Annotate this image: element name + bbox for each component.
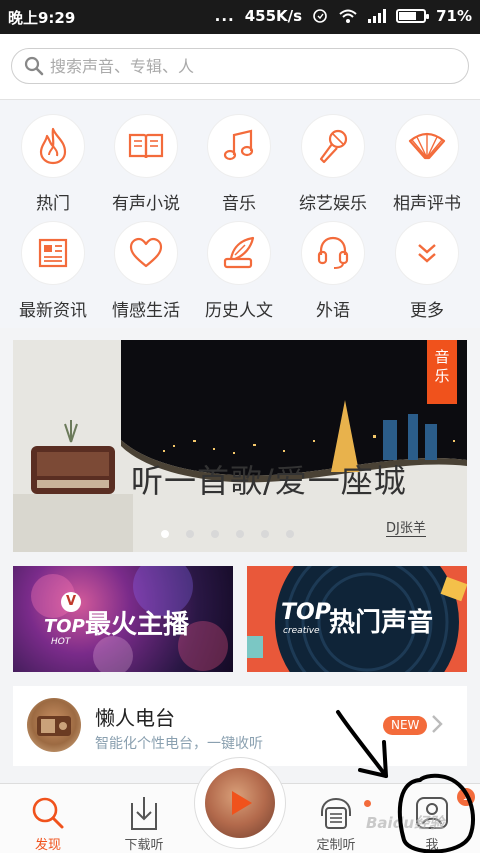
top-logo: TOP — [281, 600, 331, 625]
carousel-dot[interactable] — [161, 530, 169, 538]
category-label: 最新资讯 — [19, 301, 87, 321]
search-area — [0, 34, 480, 100]
category-label: 外语 — [316, 301, 350, 321]
battery-icon — [396, 9, 430, 23]
category-crosstalk[interactable]: 相声评书 — [380, 114, 474, 214]
new-badge: NEW — [383, 716, 428, 735]
search-box[interactable] — [11, 48, 469, 84]
radio-decoration — [13, 420, 133, 552]
category-label: 情感生活 — [112, 301, 180, 321]
category-music[interactable]: 音乐 — [192, 114, 286, 214]
category-label: 有声小说 — [112, 194, 180, 214]
sync-icon — [312, 8, 328, 24]
category-label: 音乐 — [222, 194, 256, 214]
watermark: Baidu经验 — [366, 814, 445, 832]
promo-banner[interactable]: 音乐 听一首歌/爱一座城 DJ张羊 — [13, 340, 467, 552]
category-label: 历史人文 — [205, 301, 273, 321]
category-emotion[interactable]: 情感生活 — [99, 221, 193, 321]
folding-fan-icon — [395, 114, 459, 178]
radio-title: 懒人电台 — [95, 706, 175, 730]
notification-dots: ... — [214, 7, 235, 25]
now-playing-cover — [205, 768, 275, 838]
top-logo: TOP — [44, 616, 85, 637]
category-more[interactable]: 更多 — [380, 221, 474, 321]
newspaper-icon — [21, 221, 85, 285]
radio-thumbnail — [27, 698, 81, 752]
promo-title: 热门声音 — [329, 608, 434, 638]
headset-icon — [301, 221, 365, 285]
carousel-dot[interactable] — [261, 530, 269, 538]
chevron-right-icon — [431, 714, 443, 738]
carousel-dot[interactable] — [236, 530, 244, 538]
book-icon — [114, 114, 178, 178]
category-label: 更多 — [410, 301, 444, 321]
status-time: 晚上9:29 — [8, 9, 76, 27]
signal-icon — [368, 9, 387, 23]
custom-radio-icon — [316, 794, 371, 832]
category-label: 综艺娱乐 — [299, 194, 367, 214]
category-news[interactable]: 最新资讯 — [6, 221, 100, 321]
nav-label: 定制听 — [316, 838, 356, 853]
network-speed: 455K/s — [244, 7, 303, 25]
download-icon — [128, 794, 160, 832]
flame-icon — [21, 114, 85, 178]
carousel-dots — [161, 530, 294, 538]
category-variety[interactable]: 综艺娱乐 — [286, 114, 380, 214]
music-note-icon — [207, 114, 271, 178]
v-badge-icon: V — [61, 592, 81, 612]
banner-credit: DJ张羊 — [386, 517, 426, 537]
quill-book-icon — [207, 221, 271, 285]
notification-badge: 1 — [457, 788, 475, 806]
play-button[interactable] — [194, 757, 286, 849]
banner-slogan: 听一首歌/爱一座城 — [131, 462, 407, 500]
promo-top-anchors[interactable]: V TOP HOT 最火主播 — [13, 566, 233, 672]
play-icon — [232, 791, 252, 815]
category-audio-novel[interactable]: 有声小说 — [99, 114, 193, 214]
status-bar: 晚上9:29 ... 455K/s 71% — [0, 0, 480, 34]
lazy-radio-row[interactable]: 懒人电台 智能化个性电台，一键收听 NEW — [13, 686, 467, 766]
search-input[interactable] — [50, 53, 450, 79]
category-hot[interactable]: 热门 — [6, 114, 100, 214]
promo-title: 最火主播 — [85, 610, 190, 640]
category-grid: 热门 有声小说 音乐 综艺娱乐 相声评书 最新资讯 情感生活 历史人文 外语 更… — [0, 100, 480, 328]
nav-discover[interactable]: 发现 — [8, 784, 88, 853]
promo-hot-sounds[interactable]: TOP creative 热门声音 — [247, 566, 467, 672]
creative-subtag: creative — [283, 626, 320, 636]
search-icon — [31, 794, 65, 832]
nav-download[interactable]: 下载听 — [104, 784, 184, 853]
microphone-icon — [301, 114, 365, 178]
nav-label: 下载听 — [124, 838, 164, 853]
nav-label: 发现 — [34, 838, 61, 853]
category-history[interactable]: 历史人文 — [192, 221, 286, 321]
music-tag: 音乐 — [427, 340, 457, 404]
wifi-icon — [338, 8, 358, 24]
double-chevron-down-icon — [395, 221, 459, 285]
search-icon — [24, 56, 44, 80]
radio-subtitle: 智能化个性电台，一键收听 — [95, 736, 263, 752]
nav-label: 我 — [425, 838, 439, 853]
nav-custom[interactable]: 定制听 — [296, 784, 376, 853]
hot-subtag: HOT — [51, 637, 71, 647]
battery-percent: 71% — [436, 7, 472, 25]
category-language[interactable]: 外语 — [286, 221, 380, 321]
carousel-dot[interactable] — [286, 530, 294, 538]
category-label: 热门 — [36, 194, 70, 214]
carousel-dot[interactable] — [211, 530, 219, 538]
carousel-dot[interactable] — [186, 530, 194, 538]
heart-icon — [114, 221, 178, 285]
notification-dot — [364, 800, 371, 807]
category-label: 相声评书 — [393, 194, 461, 214]
